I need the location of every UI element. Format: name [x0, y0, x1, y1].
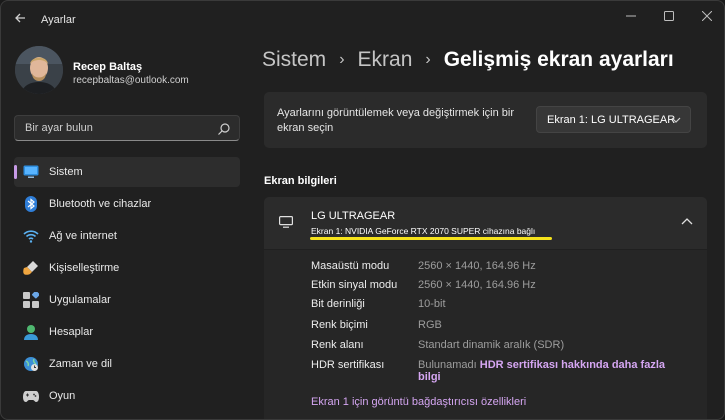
info-value: Standart dinamik aralık (SDR) — [418, 339, 565, 351]
breadcrumb-ekran[interactable]: Ekran — [358, 48, 413, 72]
search-input[interactable]: Bir ayar bulun — [14, 115, 240, 141]
back-arrow-icon — [15, 13, 25, 23]
display-info-header[interactable]: LG ULTRAGEAR Ekran 1: NVIDIA GeForce RTX… — [264, 197, 707, 249]
apps-icon — [23, 292, 39, 308]
maximize-icon — [664, 11, 674, 21]
sidebar-item-network[interactable]: Ağ ve internet — [14, 221, 240, 251]
wifi-icon — [23, 228, 39, 244]
sidebar-item-label: Sistem — [49, 166, 83, 178]
user-photo-icon — [15, 46, 63, 94]
display-select-prompt: Ayarlarını görüntülemek veya değiştirmek… — [277, 107, 515, 134]
info-key: Renk biçimi — [311, 319, 368, 331]
highlight-underline — [310, 237, 552, 240]
settings-window: Ayarlar Recep Baltaş recepbaltas@outlook… — [0, 0, 725, 420]
chevron-right-icon: › — [425, 51, 431, 68]
sidebar-item-gaming[interactable]: Oyun — [14, 381, 240, 411]
chevron-down-icon — [671, 117, 681, 123]
section-title: Ekran bilgileri — [264, 175, 337, 187]
info-value: Bulunamadı HDR sertifikası hakkında daha… — [418, 359, 665, 383]
system-icon — [23, 164, 39, 180]
sidebar-item-personalization[interactable]: Kişiselleştirme — [14, 253, 240, 283]
chevron-up-icon[interactable] — [681, 217, 693, 227]
monitor-name: LG ULTRAGEAR — [311, 210, 396, 222]
page-title: Gelişmiş ekran ayarları — [443, 48, 674, 71]
hdr-value: Bulunamadı — [418, 359, 477, 371]
monitor-icon — [279, 216, 293, 228]
display-select-card: Ayarlarını görüntülemek veya değiştirmek… — [264, 92, 707, 148]
sidebar-item-sistem[interactable]: Sistem — [14, 157, 240, 187]
display-info-body: Masaüstü modu 2560 × 1440, 164.96 Hz Etk… — [264, 250, 707, 419]
close-icon — [702, 11, 712, 21]
sidebar-item-label: Kişiselleştirme — [49, 262, 120, 274]
close-button[interactable] — [689, 5, 724, 27]
sidebar-item-label: Hesaplar — [49, 326, 94, 338]
info-value: RGB — [418, 319, 442, 331]
info-key: Etkin sinyal modu — [311, 279, 398, 291]
hdr-info-link[interactable]: HDR sertifikası hakkında daha fazla — [480, 359, 665, 371]
app-title: Ayarlar — [41, 14, 76, 26]
sidebar-item-bluetooth[interactable]: Bluetooth ve cihazlar — [14, 189, 240, 219]
breadcrumb-sistem[interactable]: Sistem — [262, 48, 326, 72]
info-key: Masaüstü modu — [311, 260, 390, 272]
dropdown-value: Ekran 1: LG ULTRAGEAR — [547, 114, 676, 126]
monitor-connection: Ekran 1: NVIDIA GeForce RTX 2070 SUPER c… — [311, 226, 536, 236]
sidebar-item-label: Uygulamalar — [49, 294, 111, 306]
user-name: Recep Baltaş — [73, 61, 143, 73]
display-dropdown[interactable]: Ekran 1: LG ULTRAGEAR — [536, 106, 691, 133]
back-button[interactable] — [9, 7, 31, 29]
sidebar-item-accounts[interactable]: Hesaplar — [14, 317, 240, 347]
sidebar-item-label: Ağ ve internet — [49, 230, 117, 242]
minimize-button[interactable] — [613, 5, 649, 27]
bluetooth-icon — [23, 196, 39, 212]
info-value: 2560 × 1440, 164.96 Hz — [418, 279, 536, 291]
maximize-button[interactable] — [651, 5, 687, 27]
hdr-info-link-cont[interactable]: bilgi — [418, 371, 441, 383]
minimize-icon — [626, 15, 636, 17]
info-key: Renk alanı — [311, 339, 364, 351]
sidebar-item-label: Zaman ve dil — [49, 358, 112, 370]
info-value: 2560 × 1440, 164.96 Hz — [418, 260, 536, 272]
adapter-properties-link[interactable]: Ekran 1 için görüntü bağdaştırıcısı özel… — [311, 396, 526, 408]
search-placeholder: Bir ayar bulun — [25, 122, 93, 134]
info-value: 10-bit — [418, 298, 446, 310]
gamepad-icon — [23, 388, 39, 404]
sidebar-item-apps[interactable]: Uygulamalar — [14, 285, 240, 315]
chevron-right-icon: › — [339, 51, 345, 68]
avatar[interactable] — [15, 46, 63, 94]
brush-icon — [23, 260, 39, 276]
title-bar: Ayarlar — [1, 1, 724, 33]
info-key: Bit derinliği — [311, 298, 365, 310]
sidebar-item-label: Oyun — [49, 390, 76, 402]
sidebar-item-label: Bluetooth ve cihazlar — [49, 198, 152, 210]
sidebar-nav: Sistem Bluetooth ve cihazlar Ağ ve inter… — [14, 157, 240, 413]
sidebar-item-time-language[interactable]: Zaman ve dil — [14, 349, 240, 379]
user-email: recepbaltas@outlook.com — [73, 75, 189, 86]
account-icon — [23, 324, 39, 340]
info-key: HDR sertifikası — [311, 359, 385, 371]
globe-clock-icon — [23, 356, 39, 372]
search-icon[interactable] — [217, 122, 231, 136]
breadcrumb: Sistem › Ekran › Gelişmiş ekran ayarları — [262, 48, 674, 72]
